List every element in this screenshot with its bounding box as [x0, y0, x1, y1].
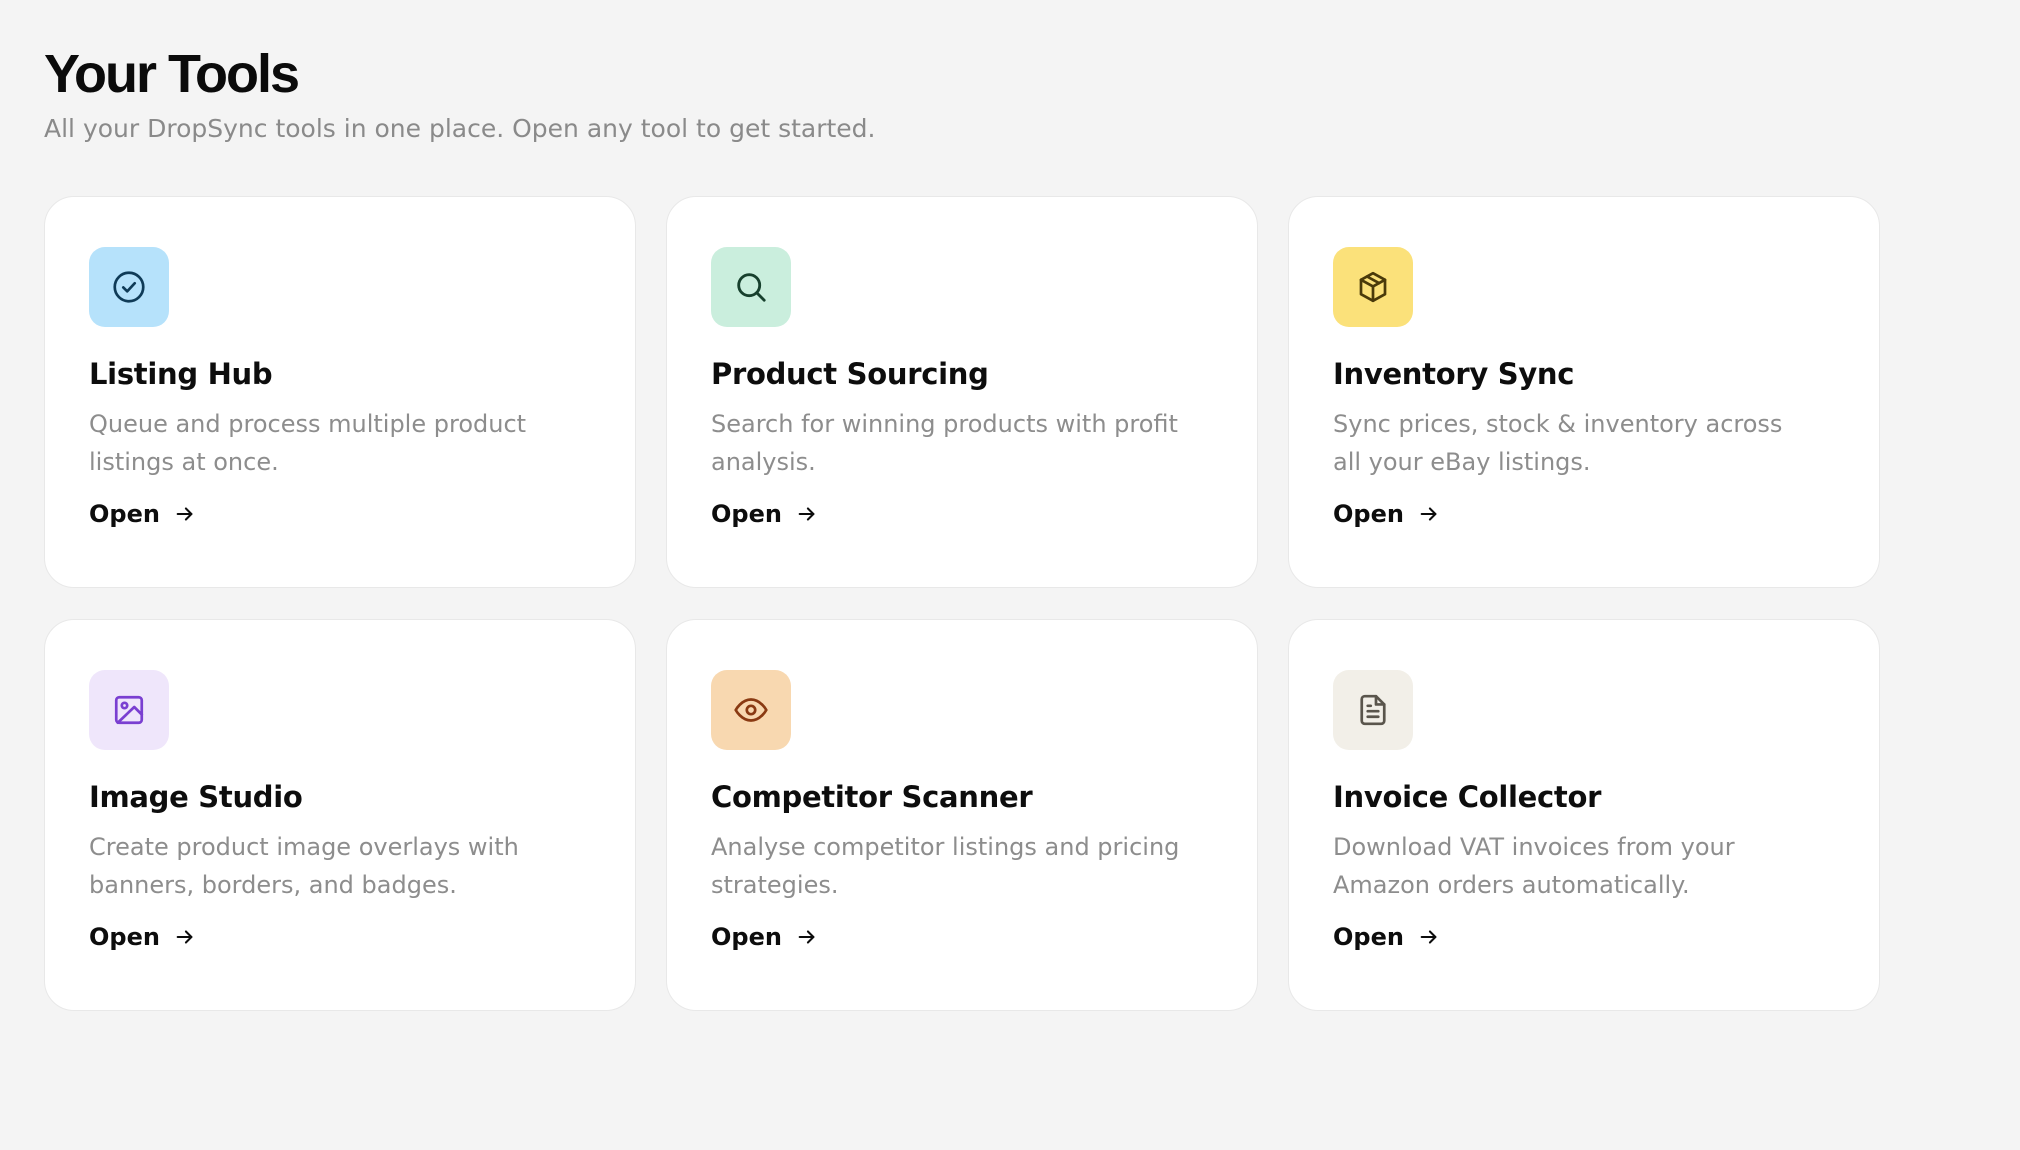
tool-card-inventory-sync[interactable]: Inventory Sync Sync prices, stock & inve…	[1288, 196, 1880, 588]
tool-title: Image Studio	[89, 780, 303, 814]
image-icon	[114, 695, 144, 725]
package-icon	[1359, 271, 1387, 303]
open-label: Open	[711, 500, 782, 528]
tools-grid: Listing Hub Queue and process multiple p…	[44, 196, 2020, 1011]
open-listing-hub-link[interactable]: Open	[89, 497, 196, 531]
tool-description: Search for winning products with profit …	[711, 410, 1178, 476]
arrow-right-icon	[176, 930, 193, 944]
search-icon	[737, 273, 766, 302]
open-inventory-sync-link[interactable]: Open	[1333, 497, 1440, 531]
tool-icon-tile	[711, 247, 791, 327]
tools-page: Your Tools All your DropSync tools in on…	[0, 0, 2020, 1150]
tool-card-image-studio[interactable]: Image Studio Create product image overla…	[44, 619, 636, 1011]
open-label: Open	[1333, 500, 1404, 528]
open-invoice-collector-link[interactable]: Open	[1333, 920, 1440, 954]
open-image-studio-link[interactable]: Open	[89, 920, 196, 954]
tool-description: Queue and process multiple product listi…	[89, 410, 527, 476]
open-label: Open	[711, 923, 782, 951]
check-circle-icon	[113, 271, 145, 303]
tool-description: Analyse competitor listings and pricing …	[711, 833, 1180, 899]
arrow-right-icon	[176, 507, 193, 521]
tool-card-competitor-scanner[interactable]: Competitor Scanner Analyse competitor li…	[666, 619, 1258, 1011]
tool-description: Create product image overlays with banne…	[89, 833, 519, 899]
tool-icon-tile	[1333, 670, 1413, 750]
arrow-right-icon	[798, 507, 815, 521]
tool-title: Product Sourcing	[711, 357, 989, 391]
page-subtitle: All your DropSync tools in one place. Op…	[44, 114, 876, 143]
tool-card-invoice-collector[interactable]: Invoice Collector Download VAT invoices …	[1288, 619, 1880, 1011]
tool-title: Inventory Sync	[1333, 357, 1575, 391]
tool-description: Sync prices, stock & inventory across al…	[1333, 410, 1783, 476]
arrow-right-icon	[1420, 507, 1437, 521]
tool-icon-tile	[89, 247, 169, 327]
tool-title: Listing Hub	[89, 357, 273, 391]
tool-title: Competitor Scanner	[711, 780, 1033, 814]
arrow-right-icon	[798, 930, 815, 944]
tool-icon-tile	[711, 670, 791, 750]
page-title: Your Tools	[44, 44, 300, 104]
tool-icon-tile	[1333, 247, 1413, 327]
open-label: Open	[89, 500, 160, 528]
arrow-right-icon	[1420, 930, 1437, 944]
tool-title: Invoice Collector	[1333, 780, 1602, 814]
tool-card-listing-hub[interactable]: Listing Hub Queue and process multiple p…	[44, 196, 636, 588]
open-product-sourcing-link[interactable]: Open	[711, 497, 818, 531]
tool-description: Download VAT invoices from your Amazon o…	[1333, 833, 1735, 899]
open-competitor-scanner-link[interactable]: Open	[711, 920, 818, 954]
tool-icon-tile	[89, 670, 169, 750]
open-label: Open	[89, 923, 160, 951]
eye-icon	[734, 698, 768, 722]
document-icon	[1360, 694, 1386, 726]
tool-card-product-sourcing[interactable]: Product Sourcing Search for winning prod…	[666, 196, 1258, 588]
open-label: Open	[1333, 923, 1404, 951]
